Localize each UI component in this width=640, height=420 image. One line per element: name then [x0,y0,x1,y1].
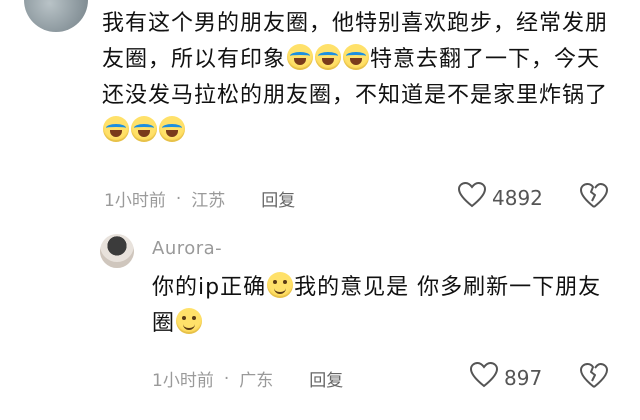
cry-laugh-emoji [315,44,342,70]
broken-heart-icon[interactable] [580,183,608,213]
reply-like-count: 897 [504,365,543,390]
grin-emoji [176,308,203,334]
comment-reply-button[interactable]: 回复 [261,186,295,211]
reply-time: 1小时前 [152,371,214,391]
reply-reply-button[interactable]: 回复 [309,366,343,391]
replier-avatar[interactable] [100,234,134,268]
meta-separator: · [223,368,230,389]
cry-laugh-emoji [131,116,157,142]
heart-outline-icon [469,361,499,393]
comment-location: 江苏 [191,191,226,211]
reply-text: 你的ip正确 我的意见是 你多刷新一下朋友圈 [152,270,612,342]
meta-separator: · [175,188,182,209]
commenter-avatar[interactable] [24,0,88,32]
cry-laugh-emoji [103,116,129,142]
cry-laugh-emoji [287,44,314,70]
reply-like-button[interactable]: 897 [469,361,543,393]
comment-text: 我有这个男的朋友圈，他特别喜欢跑步，经常发朋友圈，所以有印象 特意去翻了一下，今天… [102,6,622,150]
reply-meta: 1小时前 · 广东 回复 [152,366,343,392]
broken-heart-icon[interactable] [580,363,608,393]
reply-location: 广东 [239,371,274,391]
comment-time: 1小时前 [104,191,166,211]
cry-laugh-emoji [159,116,185,142]
cry-laugh-emoji [343,44,370,70]
grin-emoji [267,272,294,298]
heart-outline-icon [457,181,487,213]
comment-like-count: 4892 [492,185,543,210]
text-segment: 你的ip正确 [152,275,267,300]
comment-like-button[interactable]: 4892 [457,181,543,213]
comment-meta: 1小时前 · 江苏 回复 [104,186,295,212]
replier-username[interactable]: Aurora- [152,238,222,259]
